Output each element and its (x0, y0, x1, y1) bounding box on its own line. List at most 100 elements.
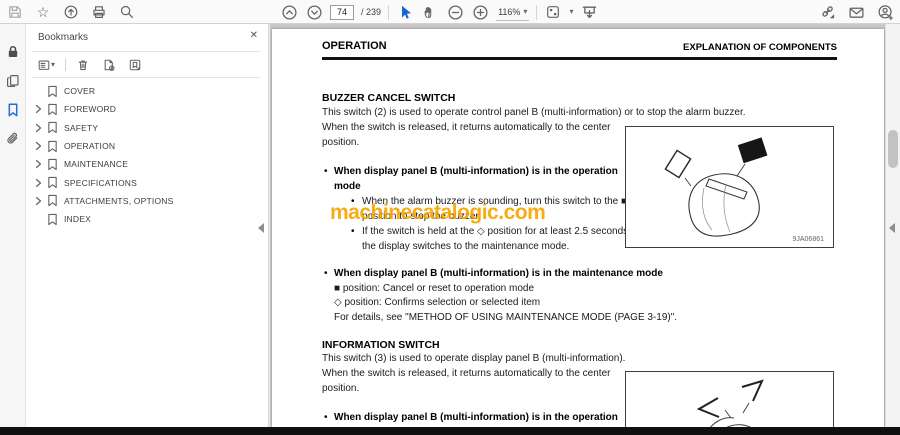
chevron-right-icon[interactable] (35, 141, 45, 151)
bookmark-item-operation[interactable]: OPERATION (26, 137, 268, 155)
bookmarks-toolbar: ▾ (26, 52, 268, 77)
page-header-right: EXPLANATION OF COMPONENTS (683, 42, 837, 53)
bookmark-item-index[interactable]: INDEX (26, 210, 268, 228)
page-number-input[interactable]: 74 (330, 4, 354, 20)
chevron-down-icon[interactable]: ▾ (569, 8, 573, 16)
navigation-rail (0, 24, 26, 427)
bullet-marker: • (324, 166, 328, 177)
bookmark-item-maintenance[interactable]: MAINTENANCE (26, 155, 268, 173)
body-line: When display panel B (multi-information)… (334, 412, 618, 423)
upload-icon[interactable] (62, 3, 80, 21)
body-line: When the switch is released, it returns … (322, 368, 611, 379)
figure-buzzer-cancel-switch: 9JA06861 (625, 126, 834, 248)
star-icon[interactable]: ☆ (34, 3, 52, 21)
body-line: When the switch is released, it returns … (322, 122, 611, 133)
bookmark-item-attachments-options[interactable]: ATTACHMENTS, OPTIONS (26, 192, 268, 210)
save-icon[interactable] (6, 3, 24, 21)
toolbar-right-group (818, 0, 894, 24)
body-line: For details, see "METHOD OF USING MAINTE… (334, 312, 678, 323)
chevron-right-icon[interactable] (35, 104, 45, 114)
main-toolbar: ☆ 74 / 239 116% ▾ ▾ (0, 0, 900, 24)
attachments-paperclip-icon[interactable] (3, 129, 23, 149)
bottom-edge-bar (0, 427, 900, 435)
previous-page-icon[interactable] (280, 3, 298, 21)
page-header-left: OPERATION (322, 40, 387, 52)
body-line: When display panel B (multi-information)… (334, 268, 663, 279)
toolbar-divider (536, 4, 538, 20)
zoom-in-icon[interactable] (471, 3, 489, 21)
body-line: ◇ position: Confirms selection or select… (334, 297, 541, 308)
bookmark-icon (47, 103, 58, 116)
section-title: INFORMATION SWITCH (322, 339, 440, 351)
page-thumbnails-icon[interactable] (3, 71, 23, 91)
watermark-text: machinecatalogic.com (330, 201, 546, 224)
email-icon[interactable] (847, 3, 865, 21)
toolbar-center-group: 74 / 239 116% ▾ ▾ (280, 0, 598, 24)
next-page-icon[interactable] (305, 3, 323, 21)
bookmark-icon (47, 176, 58, 189)
delete-bookmark-trash-icon[interactable] (74, 56, 92, 74)
page-count-label: / 239 (361, 7, 382, 17)
bullet-marker: • (324, 268, 328, 279)
bookmarks-list: COVER FOREWORD SAFETY OPERATION MAINTENA (26, 78, 268, 228)
bookmark-item-foreword[interactable]: FOREWORD (26, 100, 268, 118)
new-bookmark-icon[interactable] (100, 56, 118, 74)
zoom-out-icon[interactable] (446, 3, 464, 21)
collapse-panel-right-icon[interactable] (889, 223, 895, 233)
hand-tool-icon[interactable] (421, 3, 439, 21)
bullet-marker: • (324, 412, 328, 423)
document-canvas: OPERATION EXPLANATION OF COMPONENTS BUZZ… (271, 24, 885, 427)
bookmark-icon (47, 121, 58, 134)
page-display-icon[interactable] (544, 3, 562, 21)
pdf-page: OPERATION EXPLANATION OF COMPONENTS BUZZ… (272, 29, 884, 427)
bookmark-item-cover[interactable]: COVER (26, 82, 268, 100)
print-icon[interactable] (90, 3, 108, 21)
zoom-level-dropdown[interactable]: 116% ▾ (496, 4, 530, 21)
chevron-right-icon[interactable] (35, 196, 45, 206)
bookmark-icon (47, 85, 58, 98)
close-icon[interactable]: ✕ (250, 30, 258, 41)
expand-current-bookmark-icon[interactable] (126, 56, 144, 74)
toolbar-left-group: ☆ (6, 0, 136, 24)
chevron-right-icon (35, 86, 45, 96)
fullscreen-presentation-icon[interactable] (580, 3, 598, 21)
chevron-right-icon[interactable] (35, 159, 45, 169)
share-link-icon[interactable] (818, 3, 836, 21)
body-line: the display switches to the maintenance … (362, 241, 570, 252)
bookmark-item-safety[interactable]: SAFETY (26, 119, 268, 137)
collapse-panel-left-icon[interactable] (258, 223, 264, 233)
toolbar-divider (388, 4, 390, 20)
select-tool-icon[interactable] (396, 3, 414, 21)
account-icon[interactable] (876, 3, 894, 21)
body-line: This switch (2) is used to operate contr… (322, 107, 746, 118)
security-lock-icon[interactable] (3, 42, 23, 62)
bookmarks-header: Bookmarks ✕ (26, 24, 268, 51)
body-line: ■ position: Cancel or reset to operation… (334, 283, 535, 294)
bookmark-options-icon[interactable]: ▾ (35, 56, 57, 74)
body-line: mode (334, 181, 361, 192)
chevron-right-icon (35, 214, 45, 224)
section-title: BUZZER CANCEL SWITCH (322, 92, 456, 104)
body-line: When display panel B (multi-information)… (334, 166, 618, 177)
figure-information-switch (625, 371, 834, 427)
chevron-right-icon[interactable] (35, 178, 45, 188)
figure-caption: 9JA06861 (792, 236, 824, 243)
bookmarks-title: Bookmarks (38, 32, 89, 43)
pdf-viewer-window: ☆ 74 / 239 116% ▾ ▾ Bookmarks ✕ ▾ COVER … (0, 0, 900, 435)
zoom-level-value: 116% (498, 6, 521, 17)
bullet-marker: • (351, 226, 355, 237)
body-line: If the switch is held at the ◇ position … (362, 226, 631, 237)
bookmarks-panel-icon[interactable] (3, 100, 23, 120)
scrollbar-thumb[interactable] (888, 130, 898, 168)
bookmark-icon (47, 213, 58, 226)
bookmark-icon (47, 140, 58, 153)
header-rule (322, 57, 837, 60)
bookmark-icon (47, 194, 58, 207)
body-line: This switch (3) is used to operate displ… (322, 353, 626, 364)
bookmarks-panel: Bookmarks ✕ ▾ COVER FOREWORD SAFETY OPER… (26, 24, 268, 427)
bookmark-item-specifications[interactable]: SPECIFICATIONS (26, 173, 268, 191)
search-icon[interactable] (118, 3, 136, 21)
chevron-down-icon: ▾ (523, 6, 528, 16)
chevron-right-icon[interactable] (35, 123, 45, 133)
body-line: position. (322, 383, 360, 394)
